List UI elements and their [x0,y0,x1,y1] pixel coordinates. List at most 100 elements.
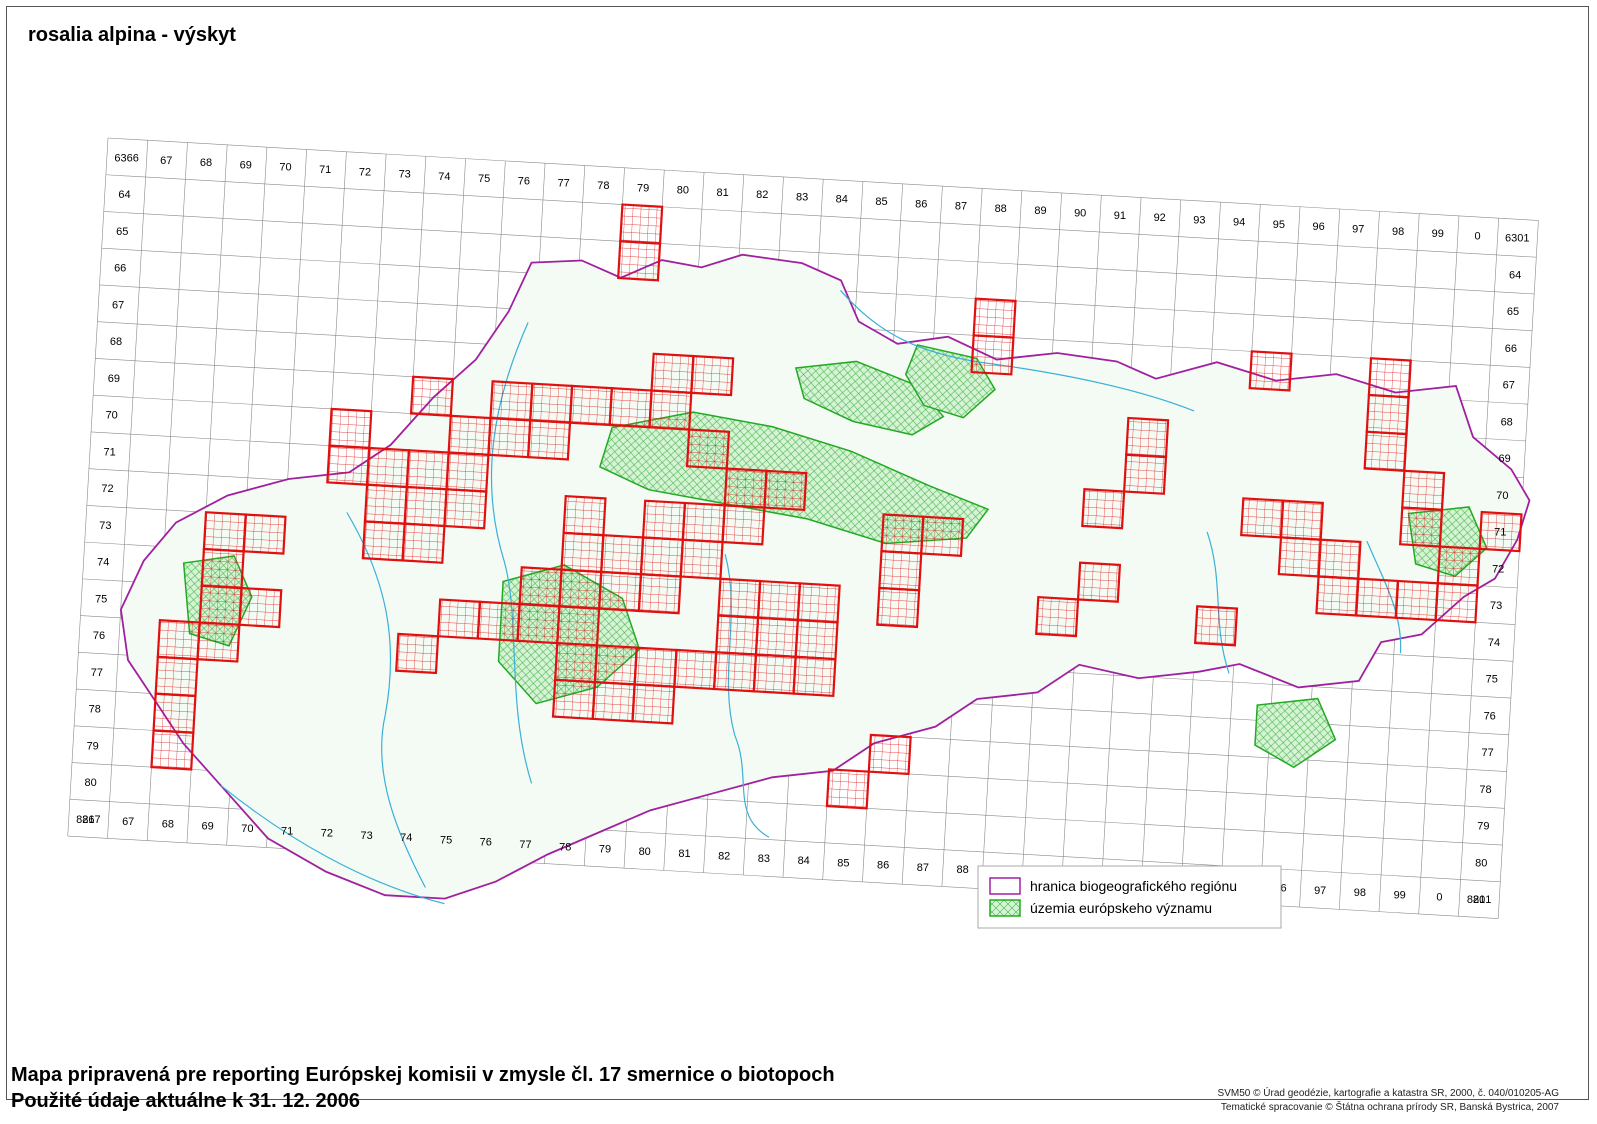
occurrence-cell[interactable] [516,602,561,645]
occurrence-cell[interactable] [1125,416,1170,459]
occurrence-cell[interactable] [403,485,448,528]
occurrence-cell[interactable] [1248,350,1293,392]
occurrence-cell[interactable] [363,483,408,525]
occurrence-cell[interactable] [156,619,201,661]
occurrence-cell[interactable] [556,605,601,647]
occurrence-cell[interactable] [880,513,925,555]
occurrence-cell[interactable] [1434,582,1479,624]
occurrence-cell[interactable] [796,582,841,624]
occurrence-cell[interactable] [200,547,245,590]
occurrence-cell[interactable] [756,579,802,622]
occurrence-cell[interactable] [681,501,726,544]
occurrence-cell[interactable] [1081,488,1126,530]
occurrence-cell[interactable] [1398,506,1444,548]
occurrence-cell[interactable] [867,733,912,776]
occurrence-cell[interactable] [673,648,718,691]
occurrence-cell[interactable] [328,407,373,450]
occurrence-cell[interactable] [487,416,532,459]
occurrence-cell[interactable] [1122,453,1168,495]
occurrence-cell[interactable] [1035,595,1080,638]
grid-label-left: 73 [99,520,111,532]
occurrence-cell[interactable] [721,504,766,546]
occurrence-cell[interactable] [648,389,693,431]
occurrence-cell[interactable] [1193,605,1239,647]
occurrence-cell[interactable] [972,297,1017,339]
occurrence-cell[interactable] [558,568,603,610]
occurrence-cell[interactable] [1240,497,1285,539]
occurrence-cell[interactable] [597,570,643,613]
occurrence-cell[interactable] [600,534,645,576]
occurrence-cell[interactable] [1076,561,1122,603]
occurrence-cell[interactable] [617,240,662,282]
occurrence-cell[interactable] [529,382,574,424]
occurrence-cell[interactable] [690,354,735,397]
occurrence-cell[interactable] [1317,538,1362,580]
occurrence-cell[interactable] [202,511,247,553]
occurrence-cell[interactable] [1367,357,1412,399]
occurrence-cell[interactable] [1363,430,1408,472]
occurrence-cell[interactable] [631,683,676,725]
occurrence-cell[interactable] [723,467,768,509]
occurrence-cell[interactable] [405,449,450,491]
occurrence-cell[interactable] [633,646,678,688]
occurrence-cell[interactable] [551,678,597,721]
occurrence-cell[interactable] [920,515,965,557]
occurrence-cell[interactable] [639,536,684,578]
occurrence-cell[interactable] [1436,545,1481,587]
occurrence-cell[interactable] [445,451,490,493]
occurrence-cell[interactable] [443,488,488,530]
occurrence-cell[interactable] [1401,469,1446,511]
occurrence-cell[interactable] [754,616,799,659]
occurrence-cell[interactable] [526,419,572,461]
occurrence-cell[interactable] [518,566,563,608]
occurrence-cell[interactable] [763,469,808,512]
occurrence-cell[interactable] [637,573,682,615]
occurrence-cell[interactable] [1365,393,1410,436]
occurrence-cell[interactable] [593,644,638,686]
occurrence-cell[interactable] [876,586,921,629]
occurrence-cell[interactable] [150,729,195,771]
occurrence-cell[interactable] [679,538,724,580]
occurrence-cell[interactable] [717,577,762,619]
occurrence-cell[interactable] [196,621,241,663]
occurrence-cell[interactable] [792,655,837,698]
occurrence-cell[interactable] [1279,499,1324,541]
occurrence-cell[interactable] [326,444,371,486]
occurrence-cell[interactable] [436,598,482,640]
occurrence-cell[interactable] [476,600,521,642]
occurrence-cell[interactable] [752,653,797,695]
occurrence-cell[interactable] [825,768,870,810]
occurrence-cell[interactable] [619,203,664,245]
occurrence-cell[interactable] [560,531,605,574]
occurrence-cell[interactable] [641,499,687,541]
map-canvas[interactable]: 6366 67 68 69 70 71 72 73 74 75 76 77 78 79 80 81 82 83 84… [0,0,1597,1124]
occurrence-cell[interactable] [1355,577,1400,619]
occurrence-cell[interactable] [401,522,446,564]
occurrence-cell[interactable] [238,586,283,629]
occurrence-cell[interactable] [154,655,199,698]
occurrence-cell[interactable] [1315,575,1360,617]
occurrence-cell[interactable] [1277,536,1322,578]
occurrence-cell[interactable] [712,651,758,693]
occurrence-cell[interactable] [715,614,760,656]
occurrence-cell[interactable] [489,380,534,422]
occurrence-cell[interactable] [591,680,636,723]
occurrence-cell[interactable] [198,584,243,626]
occurrence-cell[interactable] [409,375,455,417]
occurrence-cell[interactable] [568,384,613,427]
occurrence-cell[interactable] [878,550,923,592]
occurrence-cell[interactable] [447,414,492,456]
occurrence-cell[interactable] [242,513,287,555]
occurrence-cell[interactable] [361,520,406,562]
occurrence-cell[interactable] [970,334,1015,376]
occurrence-cell[interactable] [794,618,839,661]
occurrence-cell[interactable] [1394,579,1439,622]
occurrence-cell[interactable] [608,387,653,429]
occurrence-cell[interactable] [562,494,607,537]
occurrence-cell[interactable] [395,632,440,675]
occurrence-cell[interactable] [365,446,411,489]
occurrence-cell[interactable] [650,352,695,394]
occurrence-cell[interactable] [553,641,599,684]
occurrence-cell[interactable] [152,692,197,734]
occurrence-cell[interactable] [685,428,731,470]
